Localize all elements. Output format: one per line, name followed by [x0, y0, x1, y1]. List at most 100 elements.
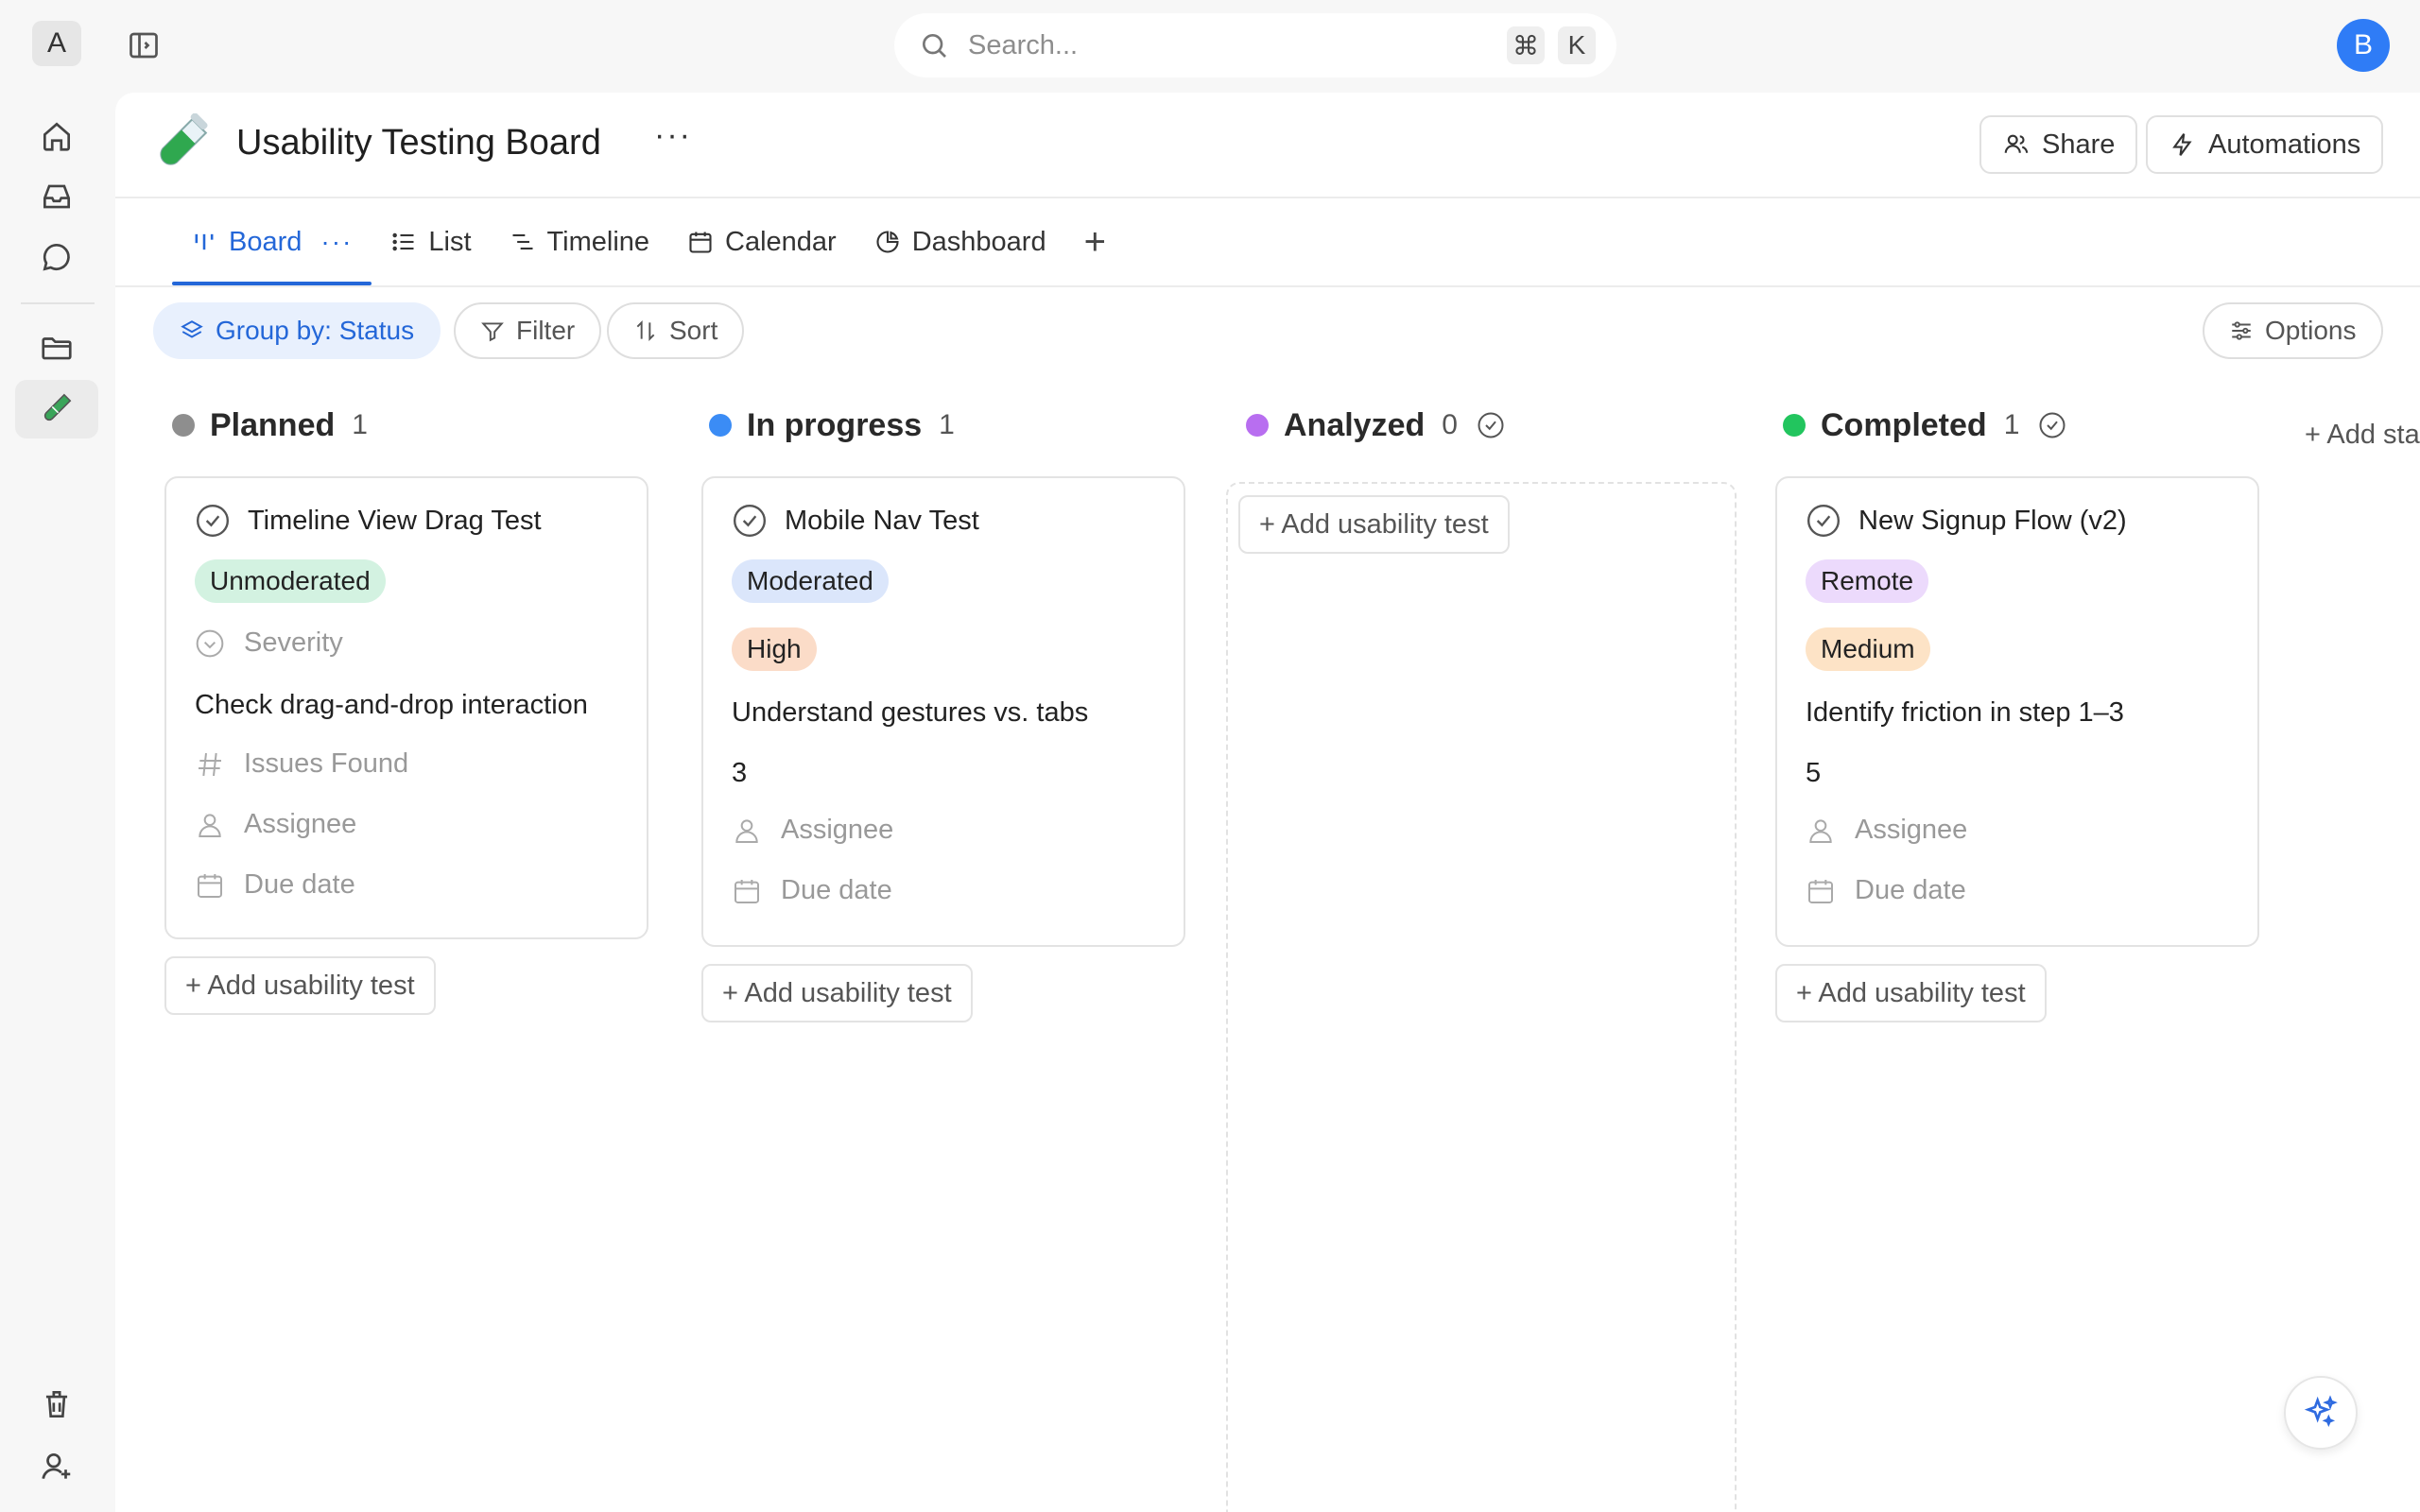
rail-divider: [21, 302, 95, 304]
add-card-button-completed[interactable]: + Add usability test: [1775, 964, 2047, 1022]
test-tube-icon[interactable]: [34, 386, 79, 431]
home-icon[interactable]: [34, 113, 79, 159]
issues-found-value[interactable]: 5: [1806, 758, 1821, 789]
status-dot: [1246, 414, 1269, 437]
timeline-icon: [510, 229, 536, 255]
share-button[interactable]: Share: [1979, 115, 2138, 174]
top-bar: A Search... ⌘ K B: [0, 0, 2420, 91]
due-date-placeholder: Due date: [1855, 875, 1966, 905]
card-in-progress[interactable]: Mobile Nav Test Moderated High Understan…: [701, 476, 1185, 947]
folder-icon[interactable]: [34, 325, 79, 370]
main-panel: Usability Testing Board ··· Share Automa…: [115, 93, 2420, 1512]
add-view-button[interactable]: +: [1065, 221, 1125, 264]
assignee-placeholder: Assignee: [244, 809, 357, 839]
tab-board-more[interactable]: ···: [320, 227, 353, 257]
chevron-circle-icon: [195, 628, 225, 659]
add-card-button-analyzed[interactable]: + Add usability test: [1238, 495, 1510, 554]
status-dot: [172, 414, 195, 437]
k-key: K: [1558, 26, 1596, 64]
check-circle-icon[interactable]: [195, 503, 231, 539]
test-tube-icon: [149, 113, 212, 176]
test-type-tag[interactable]: Remote: [1806, 559, 1929, 603]
test-type-tag[interactable]: Unmoderated: [195, 559, 386, 603]
tab-calendar-label: Calendar: [725, 226, 837, 257]
card-description: Identify friction in step 1–3: [1806, 697, 2124, 728]
card-title-row: Timeline View Drag Test: [195, 503, 542, 539]
severity-tag[interactable]: Medium: [1806, 627, 1930, 671]
assignee-field[interactable]: Assignee: [732, 815, 893, 846]
test-type-tag[interactable]: Moderated: [732, 559, 889, 603]
inbox-icon[interactable]: [34, 174, 79, 219]
card-title: Mobile Nav Test: [785, 505, 979, 536]
column-dropzone-analyzed[interactable]: [1226, 482, 1737, 1512]
group-by-button[interactable]: Group by: Status: [153, 302, 441, 359]
tab-dashboard[interactable]: Dashboard: [856, 198, 1065, 285]
due-date-field[interactable]: Due date: [1806, 875, 1966, 906]
column-count: 1: [939, 409, 955, 440]
column-header-planned[interactable]: Planned 1: [172, 406, 368, 444]
column-title: Planned: [210, 406, 336, 443]
person-icon: [732, 816, 762, 846]
board-more-button[interactable]: ···: [654, 117, 692, 154]
sidebar-toggle-icon[interactable]: [127, 28, 161, 62]
severity-field[interactable]: Severity: [195, 627, 343, 659]
status-dot: [1783, 414, 1806, 437]
issues-found-field[interactable]: Issues Found: [195, 748, 408, 780]
due-date-field[interactable]: Due date: [732, 875, 892, 906]
column-header-completed[interactable]: Completed 1: [1783, 406, 2066, 444]
hash-icon: [195, 749, 225, 780]
card-completed[interactable]: New Signup Flow (v2) Remote Medium Ident…: [1775, 476, 2259, 947]
sort-icon: [633, 318, 658, 343]
column-title: Completed: [1821, 406, 1987, 443]
column-header-in-progress[interactable]: In progress 1: [709, 406, 955, 444]
tab-calendar[interactable]: Calendar: [668, 198, 856, 285]
add-card-button-planned[interactable]: + Add usability test: [164, 956, 436, 1015]
card-title-row: New Signup Flow (v2): [1806, 503, 2127, 539]
users-icon: [2002, 130, 2031, 159]
add-status-button[interactable]: + Add status: [2305, 420, 2420, 451]
tab-timeline[interactable]: Timeline: [491, 198, 669, 285]
column-title: Analyzed: [1284, 406, 1426, 443]
card-title-row: Mobile Nav Test: [732, 503, 979, 539]
column-count: 1: [352, 409, 368, 440]
filter-button[interactable]: Filter: [454, 302, 602, 359]
assignee-field[interactable]: Assignee: [195, 809, 356, 840]
check-circle-icon[interactable]: [1806, 503, 1841, 539]
check-circle-icon[interactable]: [732, 503, 768, 539]
tabs-divider: [115, 285, 2420, 287]
card-planned[interactable]: Timeline View Drag Test Unmoderated Seve…: [164, 476, 648, 939]
sort-button[interactable]: Sort: [607, 302, 745, 359]
trash-icon[interactable]: [34, 1382, 79, 1427]
automations-button[interactable]: Automations: [2146, 115, 2384, 174]
tab-list-label: List: [428, 226, 472, 257]
check-circle-icon: [2038, 411, 2066, 439]
board-icon: [191, 229, 217, 255]
ai-assistant-button[interactable]: [2284, 1376, 2358, 1450]
column-count: 1: [2003, 409, 2020, 440]
options-button[interactable]: Options: [2203, 302, 2383, 359]
sort-label: Sort: [669, 316, 718, 345]
column-header-analyzed[interactable]: Analyzed 0: [1246, 406, 1505, 444]
search-bar[interactable]: Search... ⌘ K: [894, 13, 1616, 77]
assignee-field[interactable]: Assignee: [1806, 815, 1967, 846]
cmd-key: ⌘: [1507, 26, 1545, 64]
user-avatar[interactable]: B: [2337, 19, 2390, 72]
add-user-icon[interactable]: [34, 1444, 79, 1489]
page-title[interactable]: Usability Testing Board: [236, 123, 601, 163]
issues-found-value[interactable]: 3: [732, 758, 747, 789]
calendar-icon: [1806, 876, 1836, 906]
workspace-avatar[interactable]: A: [32, 21, 81, 66]
search-input[interactable]: Search...: [968, 30, 1507, 61]
tab-list[interactable]: List: [372, 198, 490, 285]
add-card-button-in-progress[interactable]: + Add usability test: [701, 964, 973, 1022]
calendar-icon: [732, 876, 762, 906]
person-icon: [1806, 816, 1836, 846]
card-title: Timeline View Drag Test: [248, 505, 542, 536]
chat-icon[interactable]: [34, 234, 79, 280]
check-circle-icon: [1477, 411, 1505, 439]
tab-board[interactable]: Board ···: [172, 198, 372, 285]
card-title: New Signup Flow (v2): [1858, 505, 2127, 536]
severity-tag[interactable]: High: [732, 627, 817, 671]
list-icon: [390, 229, 417, 255]
due-date-field[interactable]: Due date: [195, 869, 355, 901]
